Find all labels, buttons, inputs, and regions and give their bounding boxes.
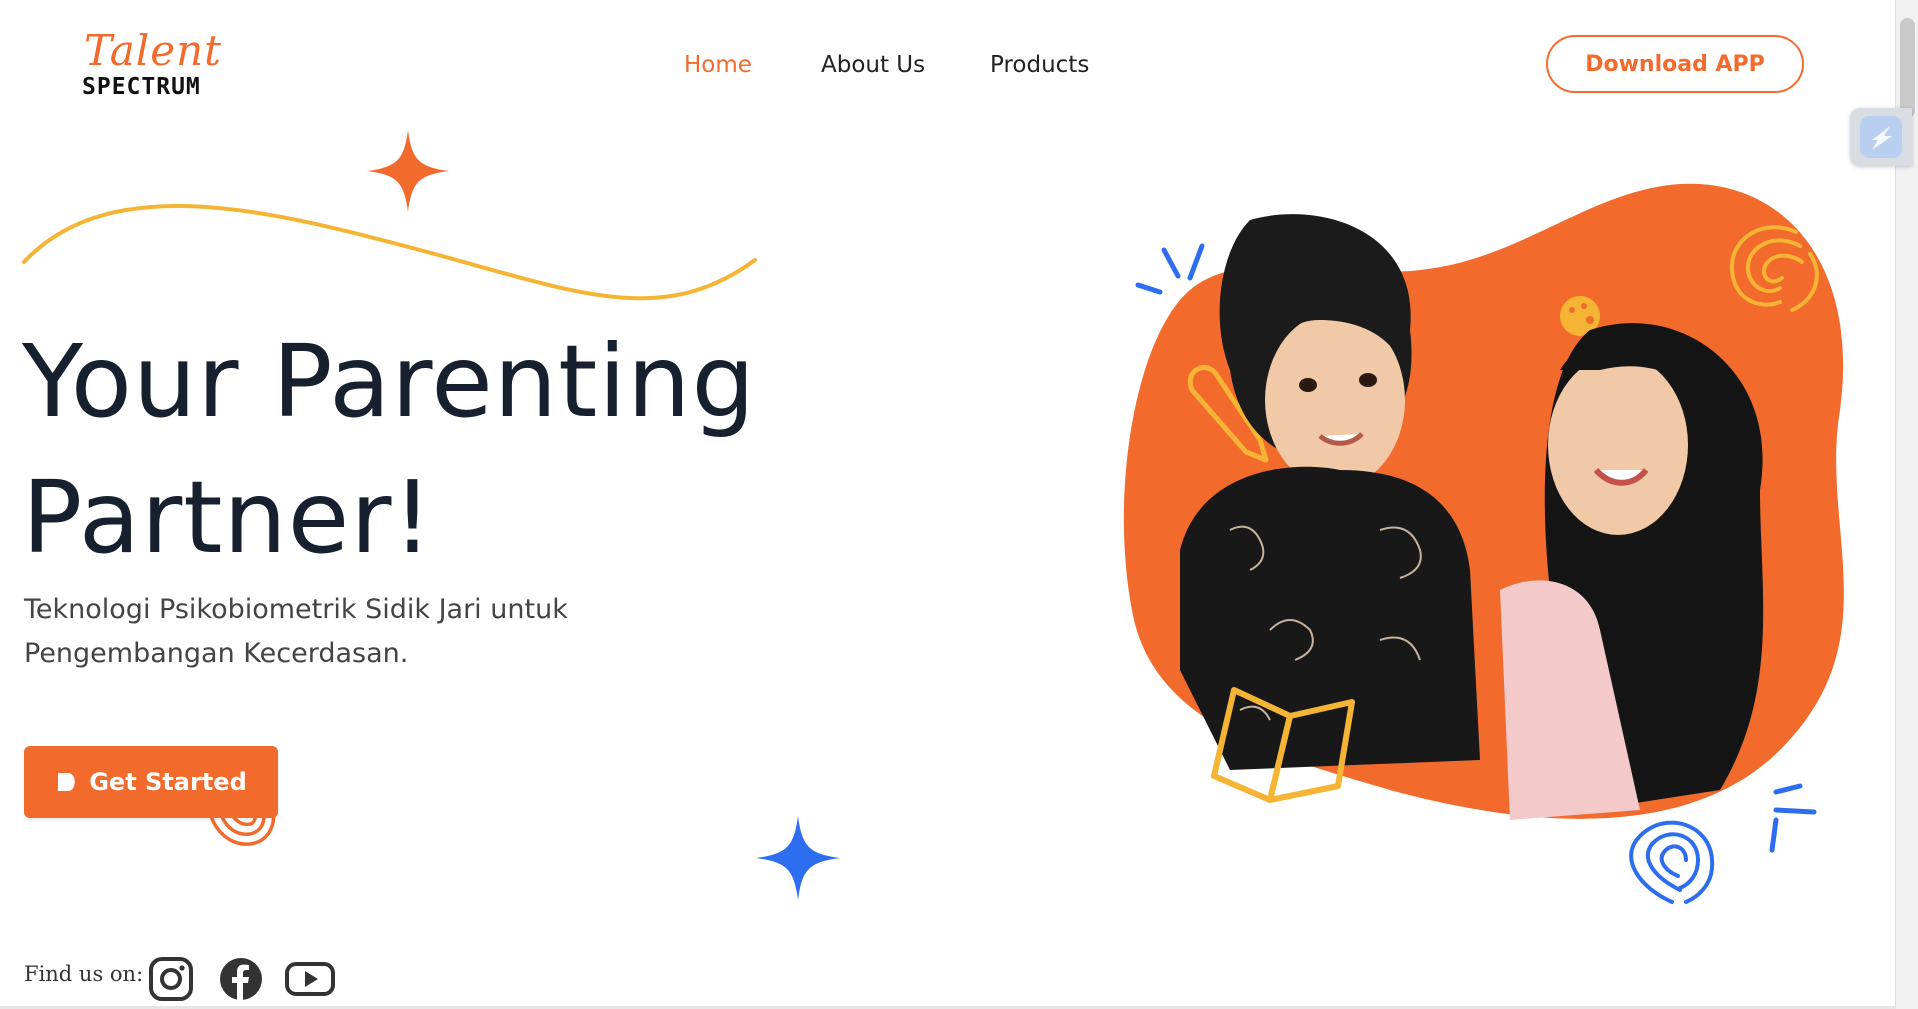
find-us-label: Find us on:: [24, 962, 144, 986]
extension-icon: [1860, 116, 1902, 158]
download-app-button[interactable]: Download APP: [1546, 35, 1804, 93]
play-icon: [58, 773, 75, 791]
youtube-icon[interactable]: [284, 956, 336, 1002]
scroll-thumb[interactable]: [1900, 18, 1915, 118]
nav-about-us[interactable]: About Us: [821, 52, 925, 78]
hero-subtitle-line2: Pengembangan Kecerdasan.: [24, 638, 409, 669]
facebook-icon[interactable]: [218, 956, 264, 1002]
floating-extension-button[interactable]: [1850, 108, 1912, 166]
nav-home[interactable]: Home: [684, 52, 752, 78]
logo-wordmark: SPECTRUM: [82, 74, 201, 100]
logo-script-text: Talent: [84, 26, 223, 75]
get-started-button[interactable]: Get Started: [24, 746, 278, 818]
brand-logo[interactable]: Talent SPECTRUM: [82, 26, 221, 106]
instagram-icon[interactable]: [148, 956, 194, 1002]
blue-star-icon: [756, 816, 840, 900]
hero-title-line1: Your Parenting: [22, 323, 757, 440]
hero-subtitle: Teknologi Psikobiometrik Sidik Jari untu…: [24, 588, 644, 676]
orange-star-icon: [367, 130, 449, 212]
hero-title: Your Parenting Partner!: [22, 314, 756, 586]
hero-subtitle-line1: Teknologi Psikobiometrik Sidik Jari untu…: [24, 594, 568, 625]
hero-illustration: [1123, 183, 1844, 904]
blue-dash-icon: [1135, 243, 1205, 295]
nav-products[interactable]: Products: [990, 52, 1089, 78]
hero-title-line2: Partner!: [22, 459, 434, 576]
get-started-label: Get Started: [89, 768, 247, 796]
